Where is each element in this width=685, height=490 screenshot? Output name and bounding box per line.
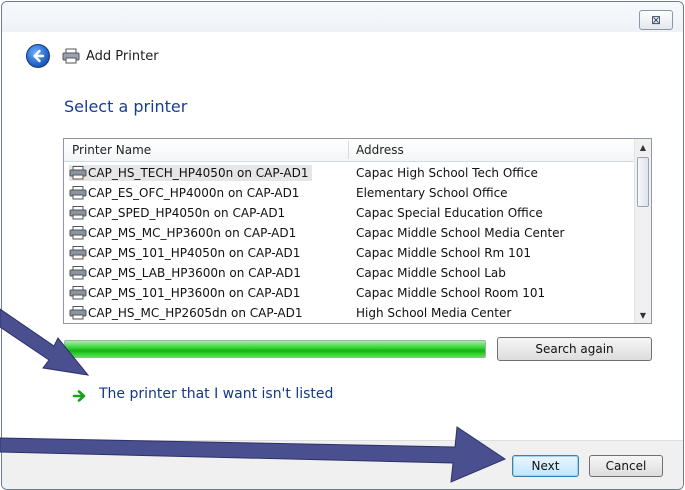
printer-name-cell: CAP_HS_MC_HP2605dn on CAP-AD1: [69, 305, 307, 321]
printer-address: Capac Middle School Lab: [356, 266, 506, 280]
printer-name-cell: CAP_MS_LAB_HP3600n on CAP-AD1: [69, 265, 305, 281]
table-row[interactable]: CAP_MS_MC_HP3600n on CAP-AD1 Capac Middle…: [64, 223, 634, 243]
printer-list[interactable]: Printer Name Address CAP_HS_TECH_HP4050n…: [63, 138, 652, 324]
green-arrow-icon: [72, 390, 86, 402]
printer-address: Capac High School Tech Office: [356, 166, 538, 180]
table-row[interactable]: CAP_MS_LAB_HP3600n on CAP-AD1 Capac Middl…: [64, 263, 634, 283]
search-progress-bar: [64, 340, 486, 358]
printer-name: CAP_SPED_HP4050n on CAP-AD1: [88, 206, 286, 220]
printer-address: Elementary School Office: [356, 186, 508, 200]
title-bar: [2, 2, 683, 32]
list-header: Printer Name Address: [64, 139, 634, 162]
printer-name: CAP_MS_MC_HP3600n on CAP-AD1: [88, 226, 297, 240]
printer-not-listed-link[interactable]: The printer that I want isn't listed: [99, 386, 333, 402]
next-button[interactable]: Next: [512, 455, 579, 477]
table-row[interactable]: CAP_SPED_HP4050n on CAP-AD1 Capac Special…: [64, 203, 634, 223]
printer-icon: [69, 306, 87, 320]
table-row[interactable]: CAP_HS_MC_HP2605dn on CAP-AD1 High School…: [64, 303, 634, 323]
printer-icon: [69, 266, 87, 280]
back-button[interactable]: [26, 44, 50, 68]
printer-address: Capac Middle School Media Center: [356, 226, 565, 240]
column-header-printer-name[interactable]: Printer Name: [72, 143, 151, 157]
printer-icon: [69, 186, 87, 200]
column-header-address[interactable]: Address: [356, 143, 404, 157]
printer-address: Capac Middle School Rm 101: [356, 246, 531, 260]
printer-name-cell: CAP_MS_MC_HP3600n on CAP-AD1: [69, 225, 300, 241]
printer-address: Capac Middle School Room 101: [356, 286, 546, 300]
cancel-button[interactable]: Cancel: [589, 455, 663, 477]
printer-address: Capac Special Education Office: [356, 206, 543, 220]
vertical-scrollbar[interactable]: ▲ ▼: [634, 139, 651, 323]
close-button[interactable]: ⊠: [639, 10, 673, 30]
printer-name: CAP_HS_TECH_HP4050n on CAP-AD1: [88, 166, 309, 180]
close-icon: ⊠: [650, 13, 662, 27]
printer-name-cell: CAP_MS_101_HP3600n on CAP-AD1: [69, 285, 304, 301]
scroll-up-arrow-icon[interactable]: ▲: [635, 139, 651, 155]
table-row[interactable]: CAP_MS_101_HP4050n on CAP-AD1 Capac Middl…: [64, 243, 634, 263]
add-printer-window: ⊠ Add Printer Select a printer Printer N…: [1, 1, 684, 490]
printer-name: CAP_MS_101_HP3600n on CAP-AD1: [88, 286, 301, 300]
printer-icon: [69, 166, 87, 180]
progress-fill: [65, 341, 485, 357]
table-row[interactable]: CAP_ES_OFC_HP4000n on CAP-AD1 Elementary …: [64, 183, 634, 203]
back-arrow-icon: [33, 49, 45, 63]
window-title: Add Printer: [86, 49, 159, 64]
page-heading: Select a printer: [64, 97, 188, 116]
footer-bar: [2, 440, 683, 489]
printer-address: High School Media Center: [356, 306, 512, 320]
printer-icon: [69, 206, 87, 220]
printer-icon: [69, 286, 87, 300]
printer-name: CAP_MS_LAB_HP3600n on CAP-AD1: [88, 266, 301, 280]
printer-icon: [69, 226, 87, 240]
printer-name-cell: CAP_SPED_HP4050n on CAP-AD1: [69, 205, 289, 221]
printer-name-cell: CAP_HS_TECH_HP4050n on CAP-AD1: [69, 165, 313, 181]
printer-icon: [69, 246, 87, 260]
printer-name: CAP_HS_MC_HP2605dn on CAP-AD1: [88, 306, 303, 320]
printer-name: CAP_MS_101_HP4050n on CAP-AD1: [88, 246, 301, 260]
scroll-thumb[interactable]: [637, 157, 649, 207]
table-row[interactable]: CAP_MS_101_HP3600n on CAP-AD1 Capac Middl…: [64, 283, 634, 303]
printer-name-cell: CAP_ES_OFC_HP4000n on CAP-AD1: [69, 185, 303, 201]
printer-name: CAP_ES_OFC_HP4000n on CAP-AD1: [88, 186, 300, 200]
printer-name-cell: CAP_MS_101_HP4050n on CAP-AD1: [69, 245, 304, 261]
printer-icon: [62, 48, 80, 64]
search-again-button[interactable]: Search again: [497, 337, 652, 361]
column-divider[interactable]: [348, 141, 349, 159]
scroll-down-arrow-icon[interactable]: ▼: [635, 307, 651, 323]
table-row[interactable]: CAP_HS_TECH_HP4050n on CAP-AD1 Capac High…: [64, 163, 634, 183]
